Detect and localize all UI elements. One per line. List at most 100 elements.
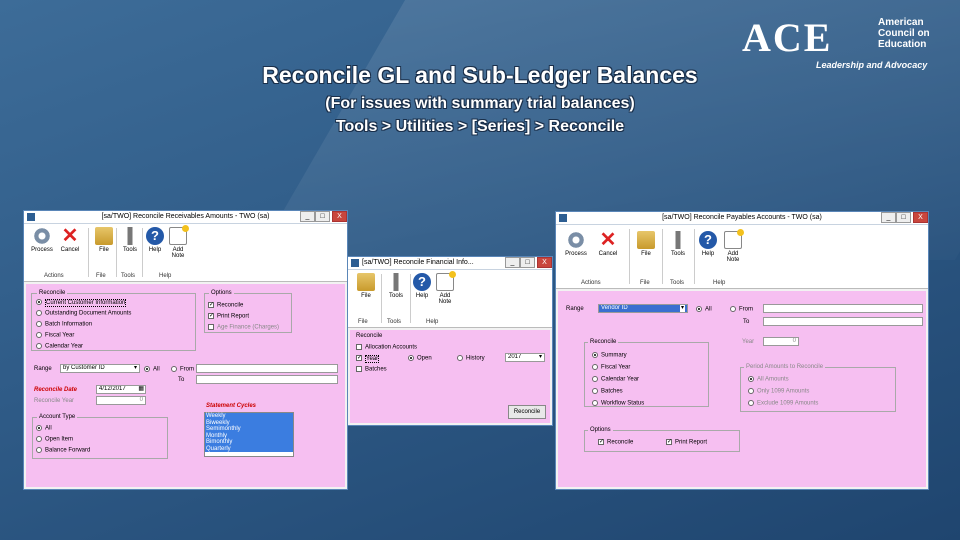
add-note-icon [436,271,456,291]
help-group-label: Help [426,319,439,325]
radio-open-item[interactable]: Open Item [36,436,73,443]
cancel-button[interactable]: ✕ Cancel [594,230,622,257]
checkbox-reconcile[interactable]: ✓ Reconcile [208,302,243,309]
options-group-label: Options [209,290,234,296]
minimize-button[interactable]: _ [505,257,520,268]
tools-button[interactable]: Tools [382,273,410,299]
radio-balance-forward[interactable]: Balance Forward [36,447,90,454]
file-button[interactable]: File [632,231,660,257]
radio-open[interactable]: Open [408,355,432,362]
reconcile-date-field[interactable]: 4/12/2017 ▦ [96,385,146,394]
checkbox-batches[interactable]: Batches [356,366,387,373]
form-body: Reconcile Allocation Accounts ✓ Year Open… [350,330,550,423]
reconcile-payables-window: [sa/TWO] Reconcile Payables Accounts - T… [555,211,929,490]
form-body: Range Vendor ID ▾ All From To Reconcile S… [558,291,926,487]
radio-fiscal-year[interactable]: Fiscal Year [592,364,630,371]
file-button[interactable]: File [90,227,118,253]
tools-group-label: Tools [387,319,402,325]
maximize-button[interactable]: □ [315,211,330,222]
tools-group-label: Tools [121,273,136,279]
to-field[interactable] [196,375,338,384]
close-button[interactable]: X [537,257,552,268]
radio-fiscal-year[interactable]: Fiscal Year [36,332,74,339]
file-group-label: File [96,273,106,279]
radio-current-customer[interactable]: Current Customer Information [36,298,127,307]
checkbox-allocation-accounts[interactable]: Allocation Accounts [356,344,417,351]
add-note-button[interactable]: Add Note [431,271,459,305]
reconcile-receivables-window: [sa/TWO] Reconcile Receivables Amounts -… [23,210,348,490]
tools-icon [387,273,405,291]
checkbox-print-report[interactable]: ✓ Print Report [208,313,249,320]
add-note-button[interactable]: Add Note [164,225,192,259]
radio-all[interactable]: All [696,306,712,313]
radio-account-all[interactable]: All [36,425,52,432]
maximize-button[interactable]: □ [896,212,911,223]
close-button[interactable]: X [913,212,928,223]
to-label: To [743,319,750,325]
checkbox-year[interactable]: ✓ Year [356,354,380,363]
file-button[interactable]: File [352,273,380,299]
radio-all-amounts[interactable]: All Amounts [748,376,789,383]
folder-icon [357,273,375,291]
process-button[interactable]: Process [28,227,56,253]
radio-batches[interactable]: Batches [592,388,623,395]
help-group-label: Help [713,280,726,286]
tools-group-label: Tools [670,280,685,286]
reconcile-button[interactable]: Reconcile [508,405,546,419]
statement-cycles-label: Statement Cycles [206,403,257,409]
maximize-button[interactable]: □ [520,257,535,268]
ribbon: Process ✕ Cancel Actions File File Tools … [556,225,928,289]
list-item[interactable]: Quarterly [205,445,293,452]
checkbox-age-finance[interactable]: Age Finance (Charges) [208,324,279,331]
radio-workflow-status[interactable]: Workflow Status [592,400,644,407]
folder-icon [95,227,113,245]
add-note-icon [724,229,744,249]
to-label: To [178,377,185,383]
range-dropdown[interactable]: by Customer ID ▾ [60,364,140,373]
process-button[interactable]: Process [562,231,590,257]
tools-button[interactable]: Tools [116,227,144,253]
radio-history[interactable]: History [457,355,485,362]
tools-icon [121,227,139,245]
close-button[interactable]: X [332,211,347,222]
radio-all[interactable]: All [144,366,160,373]
radio-calendar-year[interactable]: Calendar Year [36,343,83,350]
tools-button[interactable]: Tools [664,231,692,257]
help-group-label: Help [159,273,172,279]
actions-group-label: Actions [581,280,601,286]
radio-only-1099[interactable]: Only 1099 Amounts [748,388,809,395]
process-gear-icon [567,231,585,249]
add-note-button[interactable]: Add Note [719,229,747,263]
help-button[interactable]: ? Help [694,231,722,257]
ace-logo-tagline: Leadership and Advocacy [816,60,928,70]
window-title: [sa/TWO] Reconcile Receivables Amounts -… [101,213,270,220]
from-field[interactable] [763,304,923,313]
range-dropdown[interactable]: Vendor ID ▾ [598,304,688,313]
minimize-button[interactable]: _ [300,211,315,222]
radio-summary[interactable]: Summary [592,352,627,359]
from-field[interactable] [196,364,338,373]
year-field[interactable]: 0 [763,337,799,346]
radio-from[interactable]: From [730,306,753,313]
radio-from[interactable]: From [171,366,194,373]
reconcile-group-label: Reconcile [37,290,68,296]
reconcile-year-field[interactable]: 0 [96,396,146,405]
radio-calendar-year[interactable]: Calendar Year [592,376,639,383]
to-field[interactable] [763,317,923,326]
checkbox-print-report[interactable]: ✓ Print Report [666,439,707,446]
year-dropdown[interactable]: 2017 ▾ [505,353,545,362]
ribbon: File File Tools Tools ? Help Add Note Help [348,270,552,328]
range-label: Range [566,306,584,312]
ace-logo: ACE American Council on Education Leadersh… [742,14,942,74]
reconcile-financial-window: [sa/TWO] Reconcile Financial Info... _ □… [347,256,553,426]
statement-cycles-list[interactable]: Weekly Biweekly Semimonthly Monthly Bimo… [204,412,294,457]
slide-menu-path: Tools > Utilities > [Series] > Reconcile [335,118,625,135]
help-icon: ? [699,231,717,249]
form-body: Reconcile Current Customer Information O… [26,284,345,487]
checkbox-reconcile[interactable]: ✓ Reconcile [598,439,633,446]
radio-batch-info[interactable]: Batch Information [36,321,92,328]
minimize-button[interactable]: _ [881,212,896,223]
radio-exclude-1099[interactable]: Exclude 1099 Amounts [748,400,818,407]
radio-outstanding-docs[interactable]: Outstanding Document Amounts [36,310,131,317]
cancel-button[interactable]: ✕ Cancel [56,226,84,253]
